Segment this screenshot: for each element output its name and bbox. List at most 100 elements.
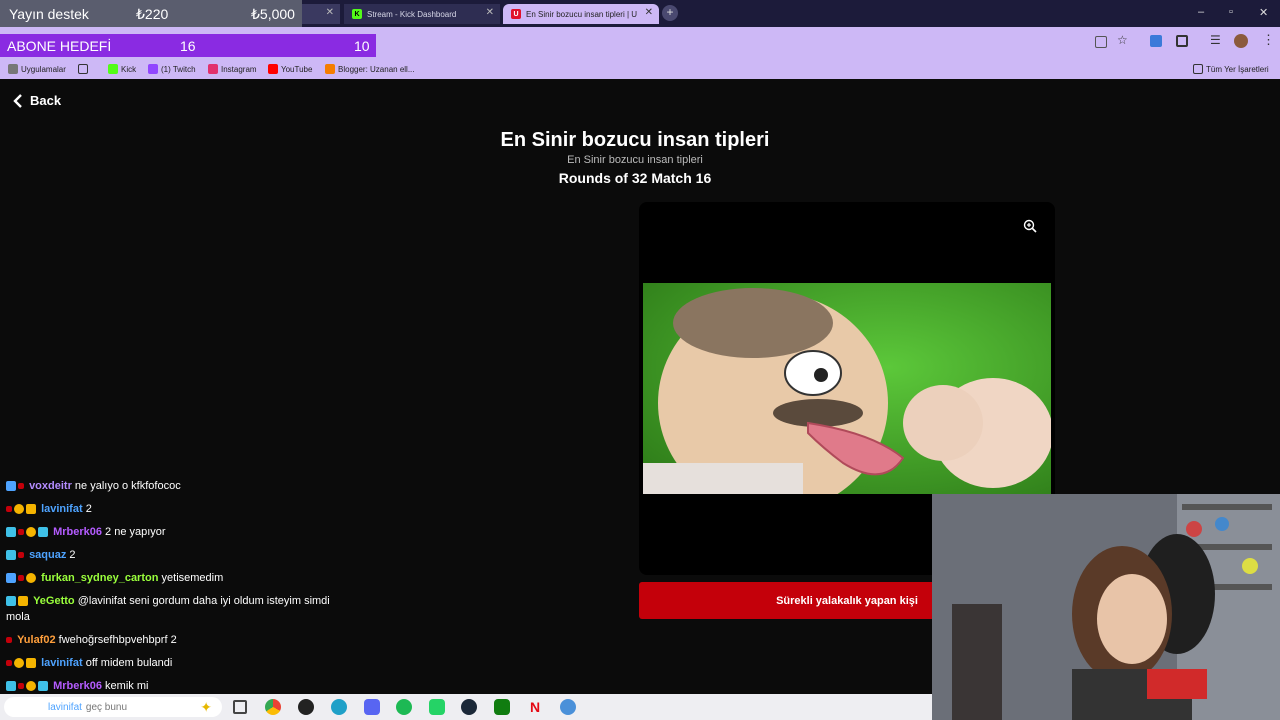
- u-favicon-icon: U: [511, 9, 521, 19]
- coin-badge-icon: [26, 573, 36, 584]
- chat-text: 2: [69, 549, 76, 561]
- chat-username[interactable]: lavinifat: [41, 503, 83, 515]
- chat-message: furkan_sydney_carton yetisemedim: [6, 570, 336, 586]
- avatar[interactable]: [1234, 34, 1248, 48]
- bookmark-label: YouTube: [281, 64, 313, 74]
- browser-tab-active[interactable]: U En Sinir bozucu insan tipleri | U ✕: [503, 4, 659, 24]
- task-view-icon[interactable]: [233, 700, 247, 714]
- sub-badge-icon: [18, 483, 24, 490]
- minimize-icon[interactable]: –: [1198, 6, 1204, 18]
- chat-message: voxdeitr ne yalıyo o kfkfofococ: [6, 478, 336, 494]
- donation-target: ₺5,000: [251, 6, 295, 22]
- gift-badge-icon: [38, 681, 48, 692]
- round-info: Rounds of 32 Match 16: [558, 170, 712, 186]
- chat-username[interactable]: Mrberk06: [53, 526, 102, 538]
- chat-username[interactable]: Yulaf02: [17, 634, 56, 646]
- verified-badge-icon: [6, 481, 16, 492]
- chat-username[interactable]: furkan_sydney_carton: [41, 572, 158, 584]
- chat-text: off midem bulandi: [85, 657, 173, 669]
- close-window-icon[interactable]: ✕: [1259, 6, 1268, 19]
- edge-icon[interactable]: [331, 699, 347, 715]
- page-subtitle: En Sinir bozucu insan tipleri: [567, 154, 703, 166]
- sub-badge-icon: [18, 529, 24, 536]
- close-tab-icon[interactable]: ✕: [326, 7, 334, 18]
- chat-message: saquaz 2: [6, 547, 336, 563]
- crown-badge-icon: [18, 596, 28, 607]
- menu-icon[interactable]: ⋮: [1262, 32, 1275, 48]
- bookmark-blogger[interactable]: Blogger: Uzanan ell...: [325, 62, 415, 76]
- chrome-icon[interactable]: [265, 699, 281, 715]
- bookmark-label: Kick: [121, 64, 137, 74]
- bookmark-label: (1) Twitch: [161, 64, 196, 74]
- search-box[interactable]: lavinifat geç bunu ✦: [4, 697, 222, 717]
- coin-badge-icon: [26, 527, 36, 538]
- gift-badge-icon: [38, 527, 48, 538]
- chat-username[interactable]: Mrberk06: [53, 680, 102, 692]
- star-icon[interactable]: ☆: [1117, 33, 1128, 47]
- chat-text: fwehoğrsefhbpvehbprf 2: [58, 634, 177, 646]
- subgoal-label: ABONE HEDEFİ: [7, 38, 112, 54]
- chat-message: lavinifat 2: [6, 501, 336, 517]
- chat-text: yetisemedim: [161, 572, 224, 584]
- bookmark-instagram[interactable]: Instagram: [208, 62, 257, 76]
- chat-username[interactable]: voxdeitr: [29, 480, 72, 492]
- bookmark-youtube[interactable]: YouTube: [268, 62, 312, 76]
- all-bookmarks[interactable]: Tüm Yer İşaretleri: [1193, 62, 1269, 76]
- tab-search-icon[interactable]: ☰: [1210, 33, 1221, 47]
- netflix-icon[interactable]: N: [527, 699, 543, 715]
- blogger-icon: [325, 64, 335, 74]
- chat-username[interactable]: saquaz: [29, 549, 66, 561]
- grid-icon: [78, 64, 88, 74]
- tab-label: En Sinir bozucu insan tipleri | U: [526, 9, 638, 19]
- bookmark-kick[interactable]: Kick: [108, 62, 136, 76]
- browser-tab-kick[interactable]: K Stream - Kick Dashboard ✕: [344, 4, 500, 24]
- maximize-icon[interactable]: ▫: [1229, 6, 1233, 18]
- instagram-icon: [208, 64, 218, 74]
- crown-badge-icon: [26, 658, 36, 669]
- chat-message: Mrberk06 kemik mi: [6, 678, 336, 694]
- chat-message: lavinifat off midem bulandi: [6, 655, 336, 671]
- whatsapp-icon[interactable]: [429, 699, 445, 715]
- sub-badge-icon: [18, 683, 24, 690]
- subgoal-target: 10: [354, 38, 370, 54]
- page-title: En Sinir bozucu insan tipleri: [500, 129, 770, 151]
- xbox-icon[interactable]: [494, 699, 510, 715]
- settings-icon[interactable]: [560, 699, 576, 715]
- bookmark-label: Blogger: Uzanan ell...: [338, 64, 415, 74]
- sub-badge-icon: [6, 637, 12, 644]
- sub-badge-icon: [18, 575, 24, 582]
- donation-goal-overlay: Yayın destek ₺220 ₺5,000: [0, 0, 302, 27]
- chat-text: kemik mi: [105, 680, 149, 692]
- zoom-icon[interactable]: [1023, 219, 1037, 238]
- browser-tab[interactable]: ✕: [300, 4, 340, 24]
- sub-badge-icon: [6, 506, 12, 513]
- bookmark-grid[interactable]: [78, 62, 88, 76]
- gem-badge-icon: [6, 596, 16, 607]
- puzzle-icon[interactable]: [1176, 35, 1188, 47]
- discord-icon[interactable]: [364, 699, 380, 715]
- bookmark-label: Instagram: [221, 64, 257, 74]
- extension-icon[interactable]: [1150, 35, 1162, 47]
- tab-label: Stream - Kick Dashboard: [367, 9, 457, 19]
- bookmark-apps[interactable]: Uygulamalar: [8, 62, 66, 76]
- back-label: Back: [30, 93, 62, 108]
- spotify-icon[interactable]: [396, 699, 412, 715]
- translate-icon[interactable]: [1095, 36, 1107, 48]
- coin-badge-icon: [26, 681, 36, 692]
- steam-icon[interactable]: [461, 699, 477, 715]
- bookmark-twitch[interactable]: (1) Twitch: [148, 62, 196, 76]
- close-tab-icon[interactable]: ✕: [645, 7, 653, 18]
- chat-username[interactable]: lavinifat: [41, 657, 83, 669]
- choice-image[interactable]: [643, 283, 1051, 494]
- twitch-icon: [148, 64, 158, 74]
- chat-username[interactable]: YeGetto: [33, 595, 75, 607]
- obs-icon[interactable]: [298, 699, 314, 715]
- new-tab-button[interactable]: +: [662, 5, 678, 21]
- bookmarks-bar: Uygulamalar Kick (1) Twitch Instagram Yo…: [0, 59, 1280, 79]
- back-button[interactable]: Back: [12, 93, 61, 108]
- chat-text: 2: [85, 503, 92, 515]
- subgoal-current: 16: [180, 38, 196, 54]
- youtube-icon: [268, 64, 278, 74]
- bookmark-label: Uygulamalar: [21, 64, 66, 74]
- close-tab-icon[interactable]: ✕: [486, 7, 494, 18]
